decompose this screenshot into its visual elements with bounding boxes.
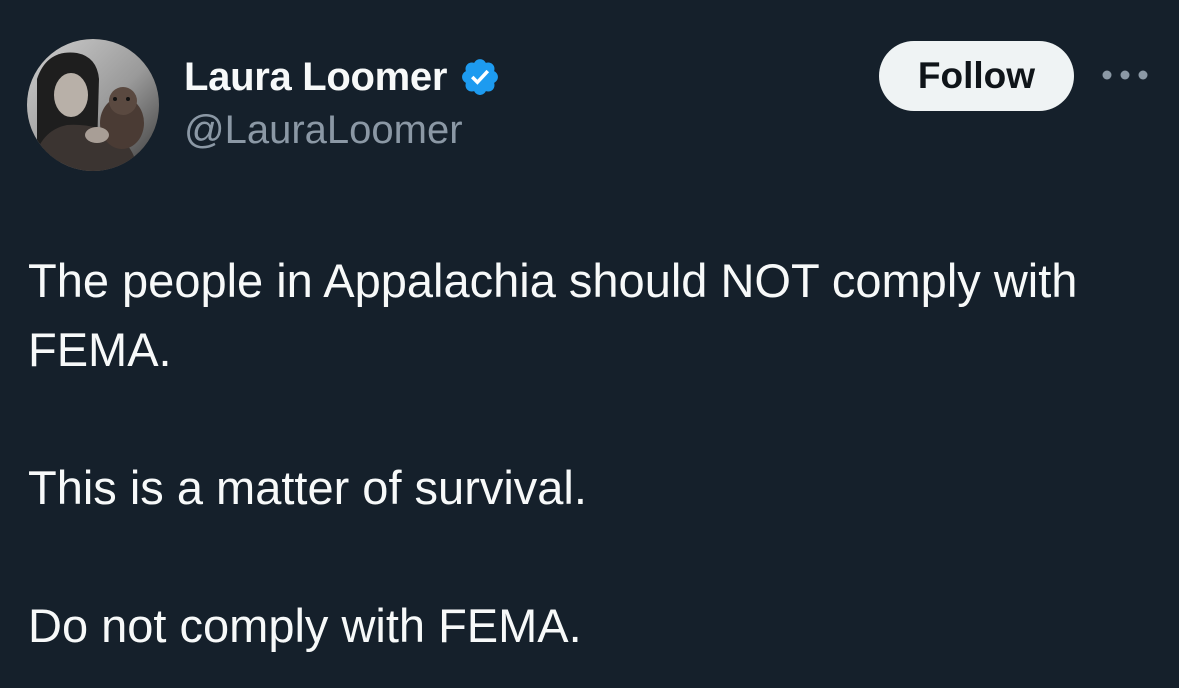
- verified-badge-icon[interactable]: [459, 56, 501, 98]
- avatar-photo: [27, 39, 159, 171]
- tweet-paragraph: Do not comply with FEMA.: [28, 599, 582, 652]
- avatar[interactable]: [27, 39, 159, 171]
- follow-button[interactable]: Follow: [879, 41, 1074, 111]
- display-name[interactable]: Laura Loomer: [184, 55, 447, 100]
- handle[interactable]: @LauraLoomer: [184, 108, 501, 153]
- tweet-text: The people in Appalachia should NOT comp…: [28, 246, 1148, 660]
- tweet-paragraph: The people in Appalachia should NOT comp…: [28, 254, 1078, 376]
- more-horizontal-icon: [1102, 70, 1148, 80]
- name-row: Laura Loomer: [184, 52, 501, 102]
- more-options-button[interactable]: [1099, 60, 1151, 90]
- author-header: Laura Loomer @LauraLoomer: [184, 52, 501, 153]
- tweet-card: Laura Loomer @LauraLoomer Follow The peo…: [0, 0, 1179, 688]
- tweet-paragraph: This is a matter of survival.: [28, 461, 587, 514]
